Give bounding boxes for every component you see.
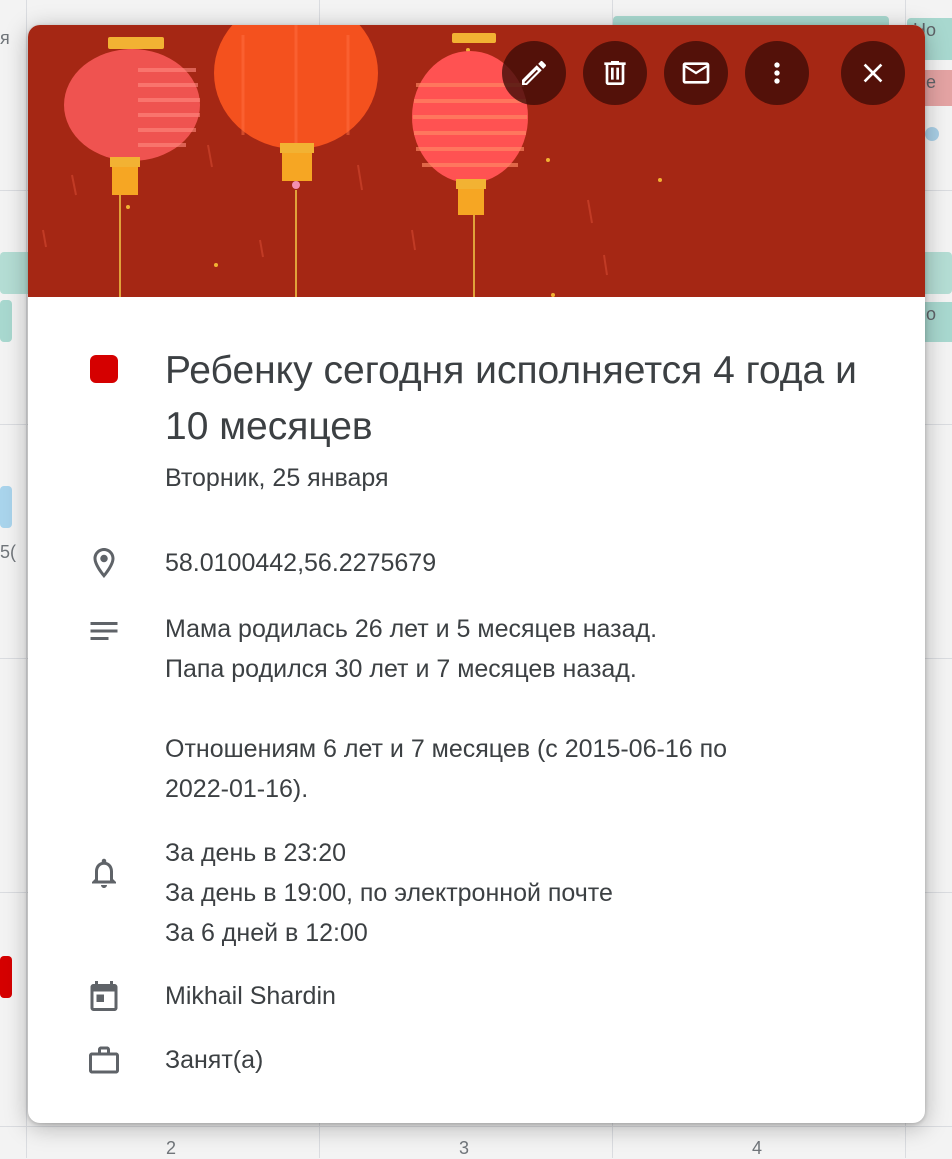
description-line: Папа родился 30 лет и 7 месяцев назад. (165, 655, 637, 683)
day-number: 3 (459, 1138, 470, 1158)
event-availability: Занят(а) (165, 1046, 264, 1074)
close-button[interactable] (841, 41, 905, 105)
reminder-item: За 6 дней в 12:00 (165, 919, 368, 947)
day-number: 4 (752, 1138, 763, 1158)
close-icon (863, 63, 883, 83)
briefcase-icon (84, 1040, 124, 1080)
grid-line (0, 1126, 952, 1127)
mail-icon (682, 62, 710, 84)
reminder-item: За день в 19:00, по электронной почте (165, 879, 613, 907)
description-line: Мама родилась 26 лет и 5 месяцев назад. (165, 615, 658, 643)
trash-icon (604, 61, 626, 85)
reminder-item: За день в 23:20 (165, 839, 347, 867)
more-vert-icon (774, 62, 780, 84)
background-event-chip[interactable] (0, 956, 12, 998)
email-button[interactable] (664, 41, 728, 105)
bell-icon (84, 853, 124, 893)
event-color-square (90, 355, 118, 383)
background-event-chip[interactable] (0, 486, 12, 528)
grid-line (26, 0, 27, 1158)
calendar-icon (84, 976, 124, 1016)
description-line (165, 689, 885, 729)
event-description: Мама родилась 26 лет и 5 месяцев назад. … (165, 609, 885, 809)
background-event-dot (925, 127, 939, 141)
event-calendar-owner: Mikhail Shardin (165, 982, 336, 1010)
description-line: Отношениям 6 лет и 7 месяцев (с 2015-06-… (165, 735, 728, 763)
background-event-chip[interactable] (0, 300, 12, 342)
event-reminders: За день в 23:20 За день в 19:00, по элек… (165, 833, 885, 953)
event-details-popup: Ребенку сегодня исполняется 4 года и 10 … (28, 25, 925, 1123)
description-line: 2022-01-16). (165, 775, 309, 803)
background-text: 5( (0, 542, 17, 562)
delete-button[interactable] (583, 41, 647, 105)
pencil-icon (522, 60, 547, 85)
popup-actions-toolbar (502, 41, 905, 105)
day-number: 2 (166, 1138, 177, 1158)
more-options-button[interactable] (745, 41, 809, 105)
event-location[interactable]: 58.0100442,56.2275679 (165, 543, 885, 583)
background-text: я (0, 28, 10, 48)
notes-icon (84, 611, 124, 651)
location-pin-icon (84, 543, 124, 583)
event-date: Вторник, 25 января (165, 464, 389, 492)
event-title: Ребенку сегодня исполняется 4 года и 10 … (165, 349, 857, 448)
edit-button[interactable] (502, 41, 566, 105)
